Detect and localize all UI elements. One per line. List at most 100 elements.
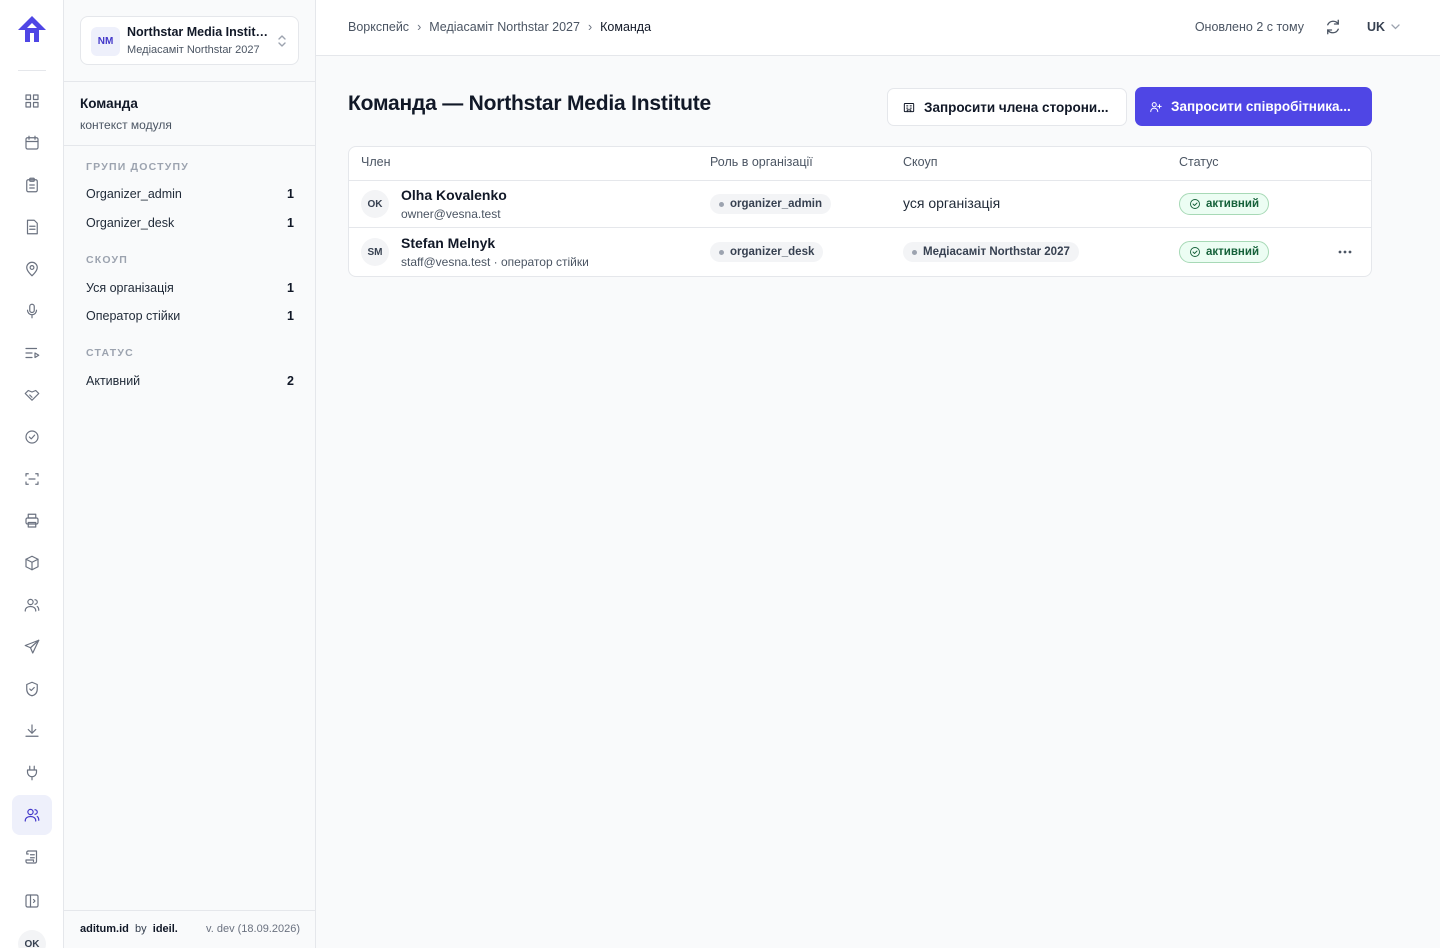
member-email: staff@vesna.test · оператор стійки bbox=[401, 255, 589, 269]
scope-text: уся організація bbox=[903, 195, 1001, 211]
org-name: Northstar Media Institute bbox=[127, 25, 272, 39]
sidebar-divider bbox=[64, 145, 316, 146]
box-icon[interactable] bbox=[12, 543, 52, 583]
filter-label: Organizer_desk bbox=[86, 216, 175, 230]
calendar-icon[interactable] bbox=[12, 123, 52, 163]
column-header-member: Член bbox=[361, 155, 391, 169]
handshake-icon[interactable] bbox=[12, 375, 52, 415]
sidebar-toggle-icon[interactable] bbox=[12, 881, 52, 921]
dashboard-icon[interactable] bbox=[12, 81, 52, 121]
team-icon[interactable] bbox=[12, 795, 52, 835]
filter-heading-status: Статус bbox=[86, 347, 134, 359]
refresh-icon[interactable] bbox=[1324, 18, 1342, 36]
column-header-scope: Скоуп bbox=[903, 155, 938, 169]
document-icon[interactable] bbox=[12, 207, 52, 247]
filter-count: 1 bbox=[287, 309, 294, 323]
scope-badge: Медіасаміт Northstar 2027 bbox=[903, 242, 1079, 262]
filter-label: Organizer_admin bbox=[86, 187, 182, 201]
printer-icon[interactable] bbox=[12, 501, 52, 541]
role-badge: organizer_desk bbox=[710, 242, 824, 262]
list-play-icon[interactable] bbox=[12, 333, 52, 373]
filter-label: Оператор стійки bbox=[86, 309, 181, 323]
module-sidebar: NM Northstar Media Institute Медіасаміт … bbox=[64, 0, 316, 948]
breadcrumb-current: Команда bbox=[600, 20, 652, 34]
breadcrumb-separator: › bbox=[417, 20, 422, 34]
clipboard-icon[interactable] bbox=[12, 165, 52, 205]
module-subtitle: контекст модуля bbox=[80, 118, 172, 132]
filter-count: 1 bbox=[287, 216, 294, 230]
status-badge: активний bbox=[1179, 193, 1270, 215]
check-circle-icon[interactable] bbox=[12, 417, 52, 457]
invite-external-label: Запросити члена сторони... bbox=[924, 99, 1109, 115]
invite-external-button[interactable]: Запросити члена сторони... bbox=[887, 88, 1127, 126]
brand-company: ideil. bbox=[152, 923, 178, 935]
sidebar-footer: aditum.id by ideil. v. dev (18.09.2026) bbox=[64, 910, 316, 948]
table-row[interactable]: OK Olha Kovalenko owner@vesna.test organ… bbox=[349, 180, 1371, 228]
status-badge: активний bbox=[1179, 241, 1270, 263]
scope-dot bbox=[912, 249, 917, 255]
check-circle-icon bbox=[1190, 199, 1200, 209]
chevron-up-down-icon bbox=[278, 35, 286, 47]
table-row[interactable]: SM Stefan Melnyk staff@vesna.test · опер… bbox=[349, 228, 1371, 276]
icon-rail: OK bbox=[0, 0, 64, 948]
scroll-icon[interactable] bbox=[12, 837, 52, 877]
brand-name: aditum.id bbox=[80, 923, 129, 935]
filter-label: Активний bbox=[86, 374, 141, 388]
brand-by: by bbox=[135, 923, 147, 935]
user-avatar[interactable]: OK bbox=[18, 930, 46, 948]
chevron-down-icon bbox=[1391, 24, 1400, 30]
column-header-status: Статус bbox=[1179, 155, 1219, 169]
filter-item-whole-org[interactable]: Уся організація 1 bbox=[86, 276, 294, 300]
scope-label: Медіасаміт Northstar 2027 bbox=[923, 246, 1070, 258]
updated-status: Оновлено 2 с тому bbox=[1194, 20, 1304, 34]
filter-heading-scope: Скоуп bbox=[86, 254, 128, 266]
role-label: organizer_desk bbox=[730, 246, 815, 258]
map-pin-icon[interactable] bbox=[12, 249, 52, 289]
module-title: Команда bbox=[80, 96, 138, 111]
member-name: Olha Kovalenko bbox=[401, 187, 507, 203]
invite-staff-label: Запросити співробітника... bbox=[1171, 99, 1351, 114]
language-select[interactable]: UK bbox=[1367, 20, 1400, 34]
role-dot bbox=[719, 201, 724, 207]
members-table: Член Роль в організації Скоуп Статус OK … bbox=[348, 146, 1372, 277]
breadcrumb-event[interactable]: Медіасаміт Northstar 2027 bbox=[429, 20, 580, 34]
sidebar-divider bbox=[64, 81, 316, 82]
status-label: активний bbox=[1206, 198, 1260, 210]
role-dot bbox=[719, 249, 724, 255]
member-name: Stefan Melnyk bbox=[401, 235, 496, 251]
filter-label: Уся організація bbox=[86, 281, 174, 295]
role-badge: organizer_admin bbox=[710, 194, 832, 214]
invite-staff-button[interactable]: Запросити співробітника... bbox=[1135, 87, 1372, 126]
language-value: UK bbox=[1366, 20, 1385, 34]
footer-brand: aditum.id by ideil. bbox=[80, 923, 178, 935]
microphone-icon[interactable] bbox=[12, 291, 52, 331]
check-circle-icon bbox=[1190, 247, 1200, 257]
filter-item-organizer-desk[interactable]: Organizer_desk 1 bbox=[86, 211, 294, 235]
filter-item-desk-operator[interactable]: Оператор стійки 1 bbox=[86, 304, 294, 328]
member-avatar: OK bbox=[361, 190, 389, 218]
org-badge: NM bbox=[91, 27, 120, 56]
download-icon[interactable] bbox=[12, 711, 52, 751]
org-event: Медіасаміт Northstar 2027 bbox=[127, 44, 260, 56]
users-icon[interactable] bbox=[12, 585, 52, 625]
send-icon[interactable] bbox=[12, 627, 52, 667]
app-logo-icon[interactable] bbox=[16, 14, 48, 46]
breadcrumb: Воркспейс › Медіасаміт Northstar 2027 › … bbox=[348, 20, 651, 34]
member-email: owner@vesna.test bbox=[401, 207, 501, 221]
filter-count: 1 bbox=[287, 281, 294, 295]
page-title: Команда — Northstar Media Institute bbox=[348, 92, 712, 115]
org-switcher[interactable]: NM Northstar Media Institute Медіасаміт … bbox=[80, 16, 299, 65]
filter-count: 2 bbox=[287, 374, 294, 388]
filter-item-organizer-admin[interactable]: Organizer_admin 1 bbox=[86, 182, 294, 206]
filter-item-active[interactable]: Активний 2 bbox=[86, 369, 294, 393]
scan-icon[interactable] bbox=[12, 459, 52, 499]
breadcrumb-workspace[interactable]: Воркспейс bbox=[348, 20, 409, 34]
role-label: organizer_admin bbox=[730, 198, 823, 210]
plug-icon[interactable] bbox=[12, 753, 52, 793]
shield-check-icon[interactable] bbox=[12, 669, 52, 709]
status-label: активний bbox=[1206, 246, 1260, 258]
more-actions-icon[interactable] bbox=[1335, 244, 1355, 260]
user-plus-icon bbox=[1150, 101, 1162, 112]
rail-divider bbox=[18, 70, 46, 71]
breadcrumb-separator: › bbox=[587, 20, 593, 34]
